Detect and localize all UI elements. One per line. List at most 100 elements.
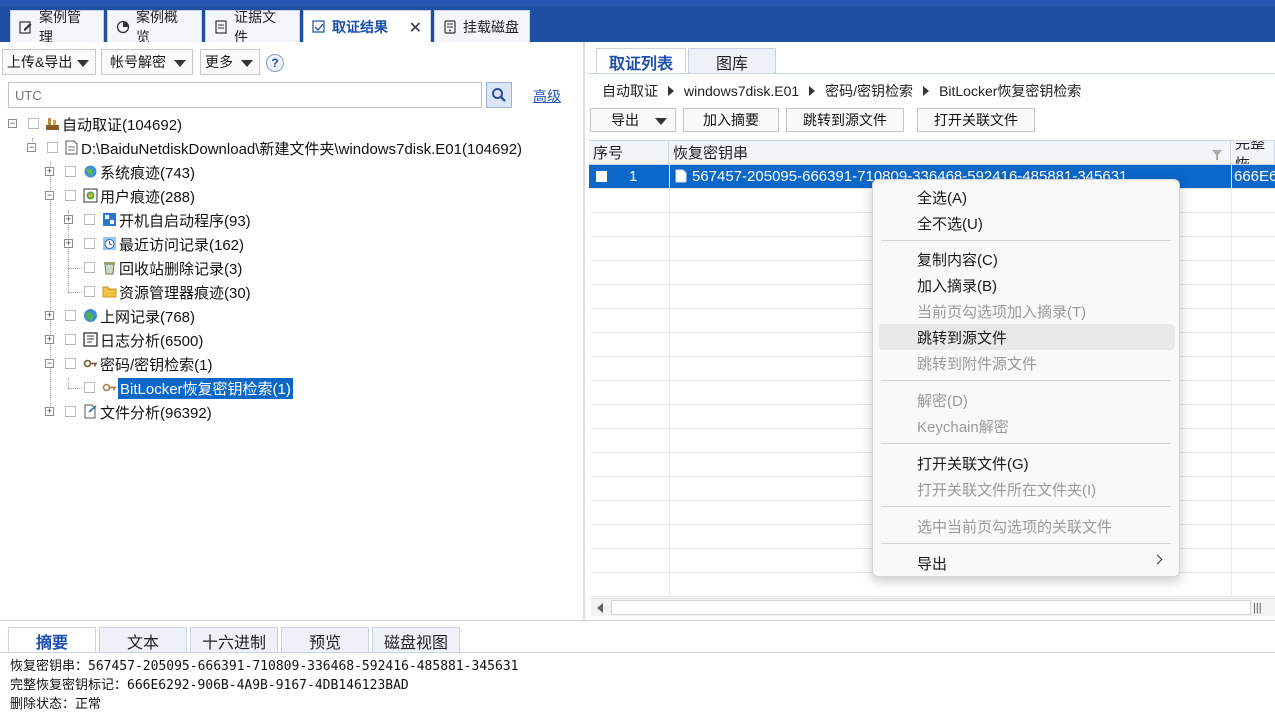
menu-open-related-file[interactable]: 打开关联文件(G): [879, 450, 1175, 476]
scroll-left-icon[interactable]: [597, 603, 603, 613]
menu-jump-to-attachment-source[interactable]: 跳转到附件源文件: [879, 350, 1175, 376]
tab-case-management[interactable]: 案例管理: [10, 9, 104, 45]
collapse-toggle[interactable]: −: [45, 191, 54, 200]
collapse-toggle[interactable]: −: [27, 143, 36, 152]
menu-jump-to-source[interactable]: 跳转到源文件: [879, 324, 1175, 350]
tab-hex[interactable]: 十六进制: [190, 627, 278, 653]
help-button[interactable]: ?: [266, 54, 284, 72]
more-dropdown[interactable]: 更多: [200, 49, 260, 75]
tab-label: 取证结果: [332, 18, 388, 35]
menu-add-checked-excerpt[interactable]: 当前页勾选项加入摘录(T): [879, 298, 1175, 324]
account-decrypt-dropdown[interactable]: 帐号解密: [101, 49, 193, 75]
tree-checkbox[interactable]: [84, 262, 95, 273]
tree-node-log-analysis[interactable]: + 日志分析(6500): [0, 329, 585, 351]
breadcrumb-item[interactable]: 自动取证: [602, 81, 658, 101]
tree-checkbox[interactable]: [65, 358, 76, 369]
column-header-index[interactable]: 序号: [589, 141, 669, 165]
menu-select-related-files[interactable]: 选中当前页勾选项的关联文件: [879, 513, 1175, 539]
column-divider: [669, 165, 670, 596]
breadcrumb-item[interactable]: windows7disk.E01: [684, 83, 799, 99]
tab-gallery[interactable]: 图库: [688, 48, 776, 74]
search-input[interactable]: [8, 82, 482, 108]
tree-label: BitLocker恢复密钥检索(1): [118, 377, 293, 399]
tree-node-file-analysis[interactable]: + 文件分析(96392): [0, 401, 585, 423]
advanced-search-link[interactable]: 高级: [533, 86, 561, 106]
tab-summary[interactable]: 摘要: [8, 627, 96, 653]
row-checkbox[interactable]: [596, 171, 607, 182]
tab-mount-disk[interactable]: 挂载磁盘: [434, 10, 530, 42]
collapse-toggle[interactable]: −: [8, 119, 17, 128]
horizontal-scrollbar[interactable]: |||: [591, 598, 1275, 616]
tree-checkbox[interactable]: [84, 238, 95, 249]
tree-node-auto-forensics[interactable]: − 自动取证(104692): [0, 113, 585, 135]
menu-separator: [881, 543, 1171, 544]
tree-checkbox[interactable]: [65, 310, 76, 321]
tree-node-internet-records[interactable]: + 上网记录(768): [0, 305, 585, 327]
menu-select-all[interactable]: 全选(A): [879, 184, 1175, 210]
expand-toggle[interactable]: +: [64, 215, 73, 224]
tree-node-system-traces[interactable]: + 系统痕迹(743): [0, 161, 585, 183]
tree-checkbox[interactable]: [65, 190, 76, 201]
menu-keychain-decrypt[interactable]: Keychain解密: [879, 413, 1175, 439]
tree-node-recent-access[interactable]: + 最近访问记录(162): [0, 233, 585, 255]
breadcrumb-item[interactable]: 密码/密钥检索: [825, 81, 913, 101]
column-header-full-key[interactable]: 完整恢: [1231, 141, 1275, 165]
edit-icon: [19, 20, 33, 34]
tree-node-user-traces[interactable]: − 用户痕迹(288): [0, 185, 585, 207]
menu-label: 导出: [917, 555, 948, 573]
collapse-toggle[interactable]: −: [45, 359, 54, 368]
open-related-file-button[interactable]: 打开关联文件: [917, 108, 1035, 132]
tab-preview[interactable]: 预览: [281, 627, 369, 653]
filter-icon[interactable]: [1212, 147, 1222, 164]
menu-add-excerpt[interactable]: 加入摘录(B): [879, 272, 1175, 298]
expand-toggle[interactable]: +: [45, 311, 54, 320]
close-icon[interactable]: ✕: [409, 18, 422, 38]
tab-forensic-list[interactable]: 取证列表: [596, 48, 686, 74]
dropdown-label: 上传&导出: [7, 54, 73, 70]
breadcrumb-item[interactable]: BitLocker恢复密钥检索: [939, 81, 1081, 101]
menu-decrypt[interactable]: 解密(D): [879, 387, 1175, 413]
tree-node-password-search[interactable]: − 密码/密钥检索(1): [0, 353, 585, 375]
chevron-down-icon: [241, 60, 253, 67]
menu-deselect-all[interactable]: 全不选(U): [879, 210, 1175, 236]
menu-export[interactable]: 导出: [879, 550, 1175, 576]
tree-checkbox[interactable]: [28, 118, 39, 129]
tree-checkbox[interactable]: [47, 142, 58, 153]
tab-evidence-files[interactable]: 证据文件: [205, 9, 300, 45]
export-dropdown[interactable]: 导出: [590, 108, 676, 132]
tab-forensic-results[interactable]: 取证结果 ✕: [303, 10, 431, 42]
tab-text[interactable]: 文本: [99, 627, 187, 653]
tree-checkbox[interactable]: [65, 166, 76, 177]
file-analysis-icon: [83, 404, 98, 419]
tree-node-evidence-image[interactable]: − D:\BaiduNetdiskDownload\新建文件夹\windows7…: [0, 137, 585, 159]
expand-toggle[interactable]: +: [45, 335, 54, 344]
tree-node-explorer-traces[interactable]: 资源管理器痕迹(30): [0, 281, 585, 303]
tree-checkbox[interactable]: [65, 406, 76, 417]
tree-node-startup-programs[interactable]: + 开机自启动程序(93): [0, 209, 585, 231]
tree-checkbox[interactable]: [84, 382, 95, 393]
tree-checkbox[interactable]: [84, 286, 95, 297]
tree-node-recycle-bin[interactable]: 回收站删除记录(3): [0, 257, 585, 279]
menu-open-related-folder[interactable]: 打开关联文件所在文件夹(I): [879, 476, 1175, 502]
search-button[interactable]: [486, 82, 512, 108]
add-summary-button[interactable]: 加入摘要: [683, 108, 779, 132]
tree-checkbox[interactable]: [65, 334, 76, 345]
result-list-icon: [312, 19, 326, 34]
globe-system-icon: [83, 164, 98, 179]
forensics-icon: [45, 116, 60, 131]
tree-node-bitlocker-key[interactable]: BitLocker恢复密钥检索(1): [0, 377, 585, 399]
expand-toggle[interactable]: +: [45, 167, 54, 176]
expand-toggle[interactable]: +: [64, 239, 73, 248]
tab-case-overview[interactable]: 案例概览: [107, 9, 202, 45]
scroll-thumb[interactable]: [611, 600, 1251, 615]
menu-copy-content[interactable]: 复制内容(C): [879, 246, 1175, 272]
jump-to-source-button[interactable]: 跳转到源文件: [786, 108, 904, 132]
expand-toggle[interactable]: +: [45, 407, 54, 416]
column-header-recovery-key[interactable]: 恢复密钥串: [669, 141, 1231, 165]
upload-export-dropdown[interactable]: 上传&导出: [2, 49, 96, 75]
tab-disk-view[interactable]: 磁盘视图: [372, 627, 460, 653]
tree-label: 开机自启动程序(93): [119, 212, 251, 230]
tree-label: 文件分析(96392): [100, 404, 212, 422]
tree-checkbox[interactable]: [84, 214, 95, 225]
pie-chart-icon: [116, 20, 130, 34]
